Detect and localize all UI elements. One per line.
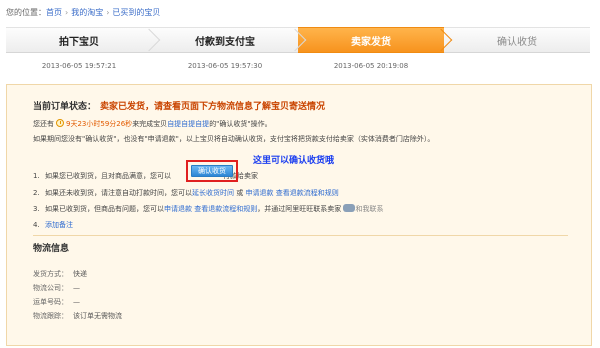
item-number: 3. [33, 205, 40, 213]
clock-icon [56, 119, 64, 127]
logistics-title: 物流信息 [33, 244, 70, 254]
logistics-row: 物流跟踪： 该订单无需物流 [33, 309, 122, 323]
auto-confirm-notice: 如果期间您没有"确认收货"，也没有"申请退款"，以上宝贝将自动确认收货，支付宝将… [33, 135, 435, 143]
logistics-key: 物流公司： [33, 284, 68, 292]
step-time: 2013-06-05 20:19:08 [333, 62, 409, 70]
breadcrumb-item-bought[interactable]: 已买到的宝贝 [112, 8, 160, 17]
countdown-line: 您还有 9天23小时59分26秒来完成宝贝自提自提自提的"确认收货"操作。 [33, 119, 272, 129]
wangwang-chat-icon[interactable] [343, 204, 356, 212]
step-confirm-receipt: 确认收货 [444, 27, 590, 53]
apply-refund-link[interactable]: 申请退款 [164, 205, 192, 213]
step-pay: 付款到支付宝 [152, 27, 307, 53]
step-label: 付款到支付宝 [195, 36, 255, 48]
item-text: 如果已收到货，但商品有问题，您可以 [45, 205, 164, 213]
step-label: 卖家发货 [351, 36, 391, 48]
step-timestamps: 2013-06-05 19:57:21 2013-06-05 19:57:30 … [6, 62, 590, 70]
refund-rules-link[interactable]: 查看退款流程和规则 [276, 189, 339, 197]
step-label: 确认收货 [497, 36, 537, 48]
step-label: 拍下宝贝 [59, 36, 99, 48]
step-place-order: 拍下宝贝 [6, 27, 161, 53]
logistics-value: — [73, 298, 80, 306]
step-time: 2013-06-05 19:57:30 [187, 62, 263, 70]
logistics-row: 运单号码： — [33, 295, 122, 309]
logistics-row: 物流公司： — [33, 281, 122, 295]
annotation-hint: 这里可以确认收货哦 [253, 156, 335, 166]
logistics-row: 发货方式： 快递 [33, 267, 122, 281]
breadcrumb-item-my-taobao[interactable]: 我的淘宝 [71, 8, 103, 17]
logistics-value: — [73, 284, 80, 292]
refund-rules-link[interactable]: 查看退款流程和规则 [194, 205, 257, 213]
item-title-link[interactable]: 自提自提自提 [167, 120, 209, 128]
step-time [444, 62, 590, 70]
item-number: 4. [33, 221, 40, 229]
logistics-value: 该订单无需物流 [73, 312, 122, 320]
item-number: 1. [33, 172, 40, 180]
breadcrumb: 您的位置：首页 › 我的淘宝 › 已买到的宝贝 [6, 6, 160, 20]
order-status-text: 卖家已发货，请查看页面下方物流信息了解宝贝寄送情况 [100, 102, 326, 112]
instruction-item-4: 4. 添加备注 [33, 220, 73, 230]
confirm-receipt-highlight: 确认收货 [186, 160, 238, 182]
confirm-receipt-button[interactable]: 确认收货 [191, 165, 233, 177]
order-status: 当前订单状态： 卖家已发货，请查看页面下方物流信息了解宝贝寄送情况 [33, 99, 325, 112]
breadcrumb-item-home[interactable]: 首页 [46, 8, 62, 17]
contact-seller-tag[interactable]: 和我联系 [355, 205, 383, 213]
extend-receipt-link[interactable]: 延长收货时间 [192, 189, 234, 197]
item-text: 或 [236, 189, 244, 197]
instruction-item-3: 3. 如果已收到货，但商品有问题，您可以申请退款 查看退款流程和规则，并通过阿里旺… [33, 204, 383, 214]
countdown-timer: 9天23小时59分26秒 [66, 120, 133, 128]
logistics-key: 物流跟踪： [33, 312, 68, 320]
instruction-item-2: 2. 如果还未收到货，请注意自动打款时间，您可以延长收货时间 或 申请退款 查看退… [33, 188, 339, 198]
logistics-value: 快递 [73, 270, 87, 278]
step-time: 2013-06-05 19:57:21 [41, 62, 117, 70]
item-text: 如果还未收到货，请注意自动打款时间，您可以 [45, 189, 192, 197]
logistics-key: 发货方式： [33, 270, 68, 278]
step-seller-shipped: 卖家发货 [298, 27, 453, 53]
logistics-key: 运单号码： [33, 298, 68, 306]
logistics-info: 发货方式： 快递 物流公司： — 运单号码： — 物流跟踪： 该订单无需物流 [33, 267, 122, 323]
add-note-link[interactable]: 添加备注 [45, 221, 73, 229]
item-number: 2. [33, 189, 40, 197]
apply-refund-link[interactable]: 申请退款 [245, 189, 273, 197]
order-progress-steps: 拍下宝贝 付款到支付宝 卖家发货 确认收货 [6, 27, 590, 53]
breadcrumb-separator: › [106, 8, 110, 17]
divider [33, 235, 568, 236]
item-text: ，并通过阿里旺旺联系卖家 [257, 205, 342, 213]
breadcrumb-prefix: 您的位置： [6, 8, 46, 17]
order-status-panel: 当前订单状态： 卖家已发货，请查看页面下方物流信息了解宝贝寄送情况 您还有 9天23… [6, 84, 592, 346]
order-status-label: 当前订单状态： [33, 102, 97, 112]
countdown-middle: 来完成宝贝 [132, 120, 168, 128]
countdown-suffix: 的"确认收货"操作。 [209, 120, 272, 128]
breadcrumb-separator: › [65, 8, 69, 17]
countdown-prefix: 您还有 [33, 120, 54, 128]
item-text: 如果您已收到货，且对商品满意，您可以 [45, 172, 171, 180]
